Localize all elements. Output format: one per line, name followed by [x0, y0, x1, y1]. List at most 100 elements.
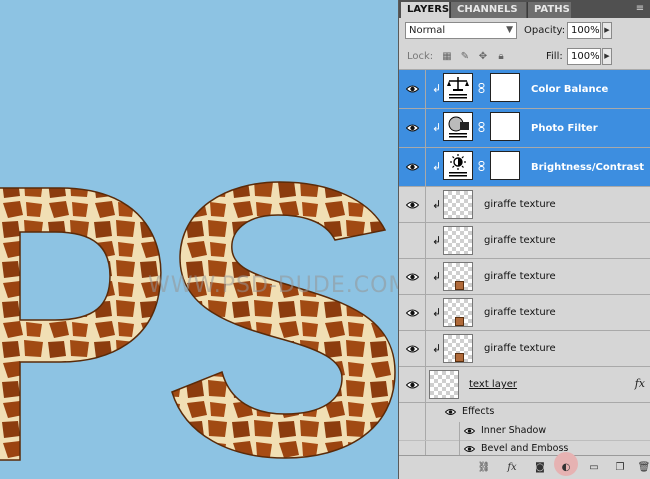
effect-row-inner-shadow[interactable]: Inner Shadow: [399, 422, 650, 441]
lock-position-icon[interactable]: ✥: [477, 51, 489, 63]
new-layer-icon[interactable]: ❐: [613, 461, 627, 474]
layer-row-giraffe-texture[interactable]: ↲ giraffe texture: [399, 331, 650, 367]
visibility-toggle[interactable]: [399, 109, 426, 147]
watermark-text: WWW.PSD-DUDE.COM/TUTORIALS/: [148, 273, 398, 298]
visibility-toggle[interactable]: [399, 259, 426, 294]
layer-name: giraffe texture: [484, 235, 556, 246]
layer-thumbnail[interactable]: [429, 370, 459, 399]
chain-link-icon[interactable]: [478, 122, 485, 132]
visibility-toggle[interactable]: [399, 422, 426, 440]
layer-row-giraffe-texture[interactable]: ↲ giraffe texture: [399, 187, 650, 223]
layer-mask-thumbnail[interactable]: [490, 151, 520, 180]
eye-icon: [406, 201, 419, 208]
effects-row[interactable]: Effects: [399, 403, 650, 422]
visibility-toggle[interactable]: [399, 223, 426, 258]
dropdown-arrow-icon: ▼: [506, 25, 513, 35]
color-balance-icon[interactable]: [443, 73, 473, 102]
layer-name: Color Balance: [531, 84, 609, 95]
layer-name: giraffe texture: [484, 199, 556, 210]
visibility-toggle[interactable]: [399, 367, 426, 402]
giraffe-ps-artwork: [0, 181, 396, 461]
layer-row-giraffe-texture[interactable]: ↲ giraffe texture: [399, 295, 650, 331]
clip-arrow-icon: ↲: [432, 305, 442, 319]
layer-row-photo-filter[interactable]: ↲ Photo Filter: [399, 109, 650, 148]
layer-name: giraffe texture: [484, 271, 556, 282]
layer-row-giraffe-texture[interactable]: ↲ giraffe texture: [399, 223, 650, 259]
visibility-toggle[interactable]: [399, 331, 426, 366]
tab-paths[interactable]: PATHS: [527, 2, 571, 18]
layer-thumbnail[interactable]: [443, 298, 473, 327]
clip-arrow-icon: ↲: [432, 160, 442, 173]
layer-thumbnail[interactable]: [443, 262, 473, 291]
letter-s-shape: [171, 181, 396, 459]
document-canvas[interactable]: WWW.PSD-DUDE.COM/TUTORIALS/: [0, 0, 398, 479]
lock-paint-icon[interactable]: ✎: [459, 51, 471, 63]
panel-menu-icon[interactable]: ≡: [633, 3, 647, 15]
chain-link-icon[interactable]: [478, 83, 485, 93]
lock-all-icon[interactable]: 🔒︎: [495, 51, 507, 63]
opacity-field[interactable]: 100%: [567, 22, 601, 39]
brightness-contrast-icon[interactable]: [443, 151, 473, 180]
layer-row-color-balance[interactable]: ↲ Color Balance: [399, 70, 650, 109]
chain-link-icon[interactable]: [478, 161, 485, 171]
eye-icon[interactable]: [464, 427, 475, 435]
lock-label: Lock:: [407, 51, 434, 62]
fill-field[interactable]: 100%: [567, 48, 601, 65]
lock-transparent-icon[interactable]: ▦: [441, 51, 453, 63]
layer-row-giraffe-texture[interactable]: ↲ giraffe texture: [399, 259, 650, 295]
blend-mode-value: Normal: [409, 25, 446, 36]
layer-name: Photo Filter: [531, 123, 598, 134]
visibility-toggle[interactable]: [399, 295, 426, 330]
eye-icon: [406, 309, 419, 316]
link-layers-icon[interactable]: ⛓: [477, 461, 491, 474]
layer-mask-thumbnail[interactable]: [490, 112, 520, 141]
visibility-toggle[interactable]: [399, 148, 426, 186]
layer-thumbnail[interactable]: [443, 334, 473, 363]
add-mask-icon[interactable]: ◙: [533, 461, 547, 474]
adjustment-layer-icon[interactable]: ◐: [559, 461, 573, 474]
clip-arrow-icon: ↲: [432, 197, 442, 211]
layer-name: giraffe texture: [484, 343, 556, 354]
eye-icon: [406, 85, 419, 93]
eye-icon[interactable]: [445, 408, 456, 416]
clip-arrow-icon: ↲: [432, 233, 442, 247]
effects-label: Effects: [462, 406, 495, 417]
fill-slider-icon[interactable]: ▶: [602, 48, 612, 65]
layer-name: Brightness/Contrast: [531, 162, 645, 173]
lock-fill-row: Lock: ▦ ✎ ✥ 🔒︎ Fill: 100% ▶: [399, 44, 650, 70]
opacity-slider-icon[interactable]: ▶: [602, 22, 612, 39]
letter-p-shape: [0, 187, 162, 461]
clip-arrow-icon: ↲: [432, 269, 442, 283]
visibility-toggle[interactable]: [399, 403, 426, 422]
photo-filter-icon[interactable]: [443, 112, 473, 141]
fx-icon[interactable]: fx: [505, 461, 519, 474]
layers-panel: LAYERS CHANNELS PATHS ≡ Normal ▼ Opacity…: [398, 0, 650, 479]
panel-tabs: LAYERS CHANNELS PATHS ≡: [399, 0, 650, 18]
fill-label: Fill:: [546, 51, 563, 62]
eye-icon: [406, 124, 419, 132]
blend-opacity-row: Normal ▼ Opacity: 100% ▶: [399, 18, 650, 44]
eye-icon: [406, 381, 419, 388]
clip-arrow-icon: ↲: [432, 341, 442, 355]
layer-mask-thumbnail[interactable]: [490, 73, 520, 102]
layers-bottom-toolbar: ⛓ fx ◙ ◐ ▭ ❐ 🗑︎: [399, 452, 650, 479]
clip-arrow-icon: ↲: [432, 82, 442, 95]
layer-thumbnail[interactable]: [443, 190, 473, 219]
clip-arrow-icon: ↲: [432, 121, 442, 134]
eye-icon: [406, 273, 419, 280]
tab-layers[interactable]: LAYERS: [401, 2, 449, 18]
layer-name: giraffe texture: [484, 307, 556, 318]
visibility-toggle[interactable]: [399, 187, 426, 222]
fx-icon[interactable]: fx: [635, 377, 645, 390]
opacity-label: Opacity:: [524, 25, 566, 36]
visibility-toggle[interactable]: [399, 70, 426, 108]
layer-row-text-layer[interactable]: text layer fx: [399, 367, 650, 403]
eye-icon: [406, 345, 419, 352]
layer-row-brightness-contrast[interactable]: ↲ Brightness/Contrast: [399, 148, 650, 187]
blend-mode-select[interactable]: Normal ▼: [405, 22, 517, 39]
tab-channels[interactable]: CHANNELS: [450, 2, 526, 18]
eye-icon[interactable]: [464, 445, 475, 453]
layer-thumbnail[interactable]: [443, 226, 473, 255]
new-group-icon[interactable]: ▭: [587, 461, 601, 474]
trash-icon[interactable]: 🗑︎: [637, 461, 650, 474]
